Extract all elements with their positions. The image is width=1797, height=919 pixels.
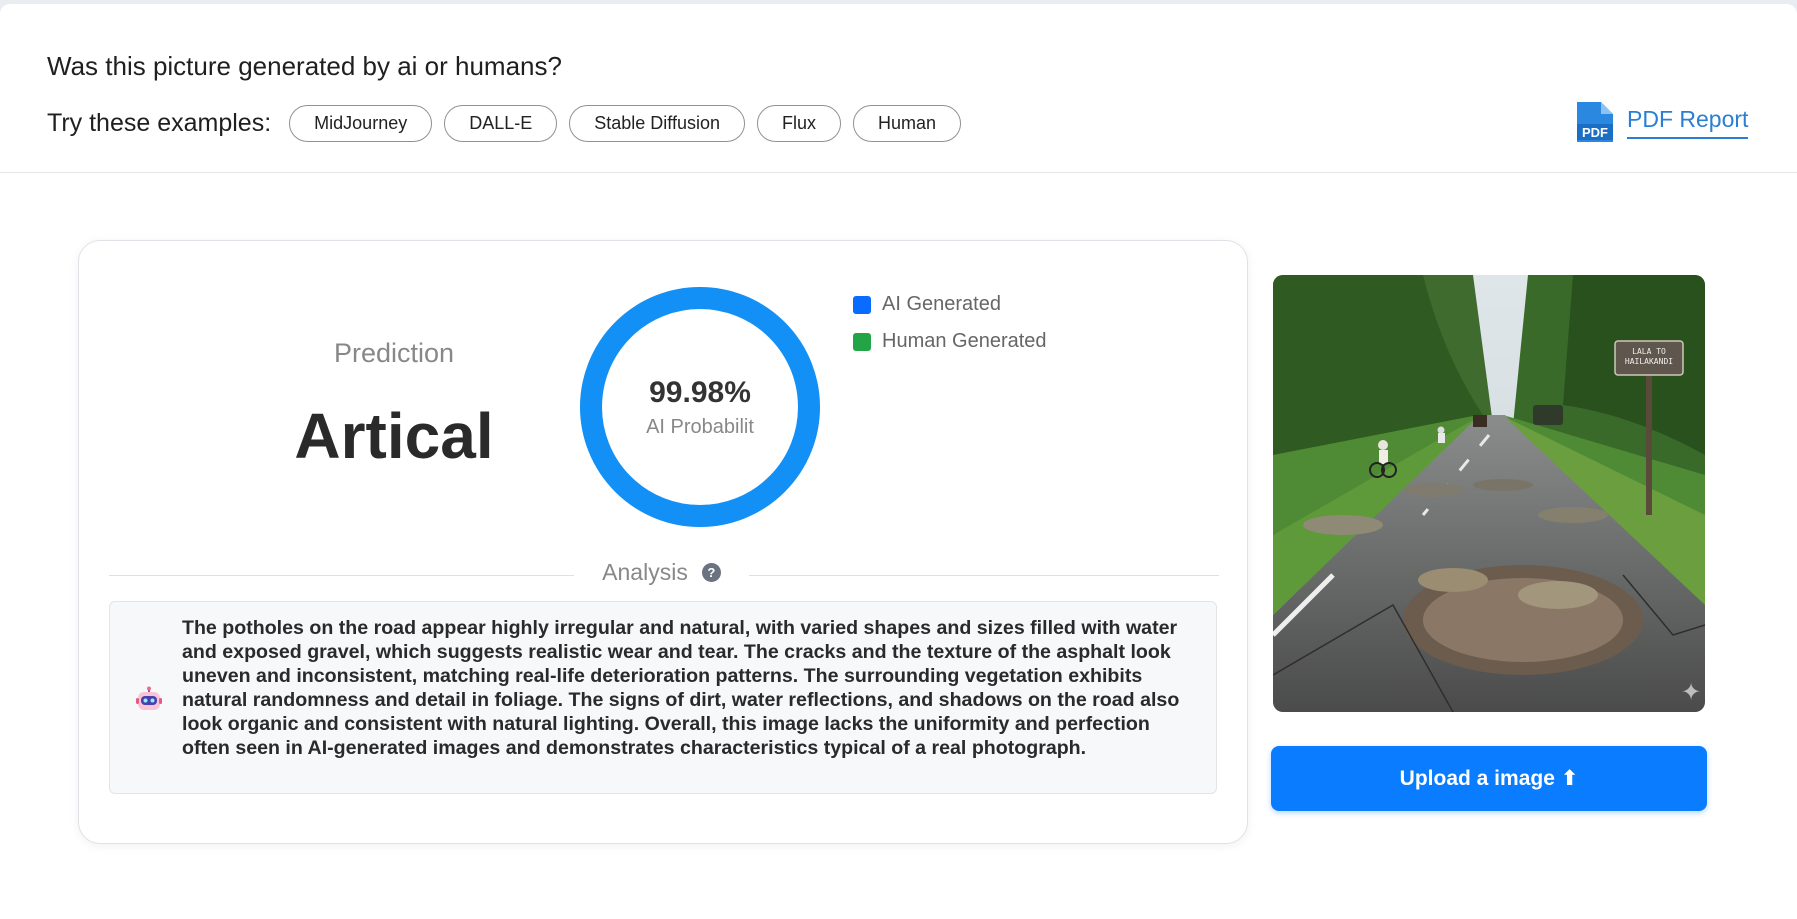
legend-label-human: Human Generated [882, 330, 1047, 352]
app-frame: Was this picture generated by ai or huma… [0, 4, 1797, 919]
road-photo: LALA TO HAILAKANDI ✦ [1273, 275, 1705, 712]
uploaded-image: LALA TO HAILAKANDI ✦ [1273, 275, 1705, 712]
analysis-divider-left [109, 575, 574, 576]
chart-legend: AI Generated Human Generated [853, 293, 1047, 367]
example-chip-stable-diffusion[interactable]: Stable Diffusion [569, 104, 745, 142]
legend-item-ai: AI Generated [853, 293, 1047, 316]
pdf-report-label[interactable]: PDF Report [1627, 106, 1749, 139]
page-question: Was this picture generated by ai or huma… [47, 51, 562, 81]
pdf-icon-text: PDF [1582, 125, 1608, 140]
upload-image-button[interactable]: Upload a image ⬆ [1271, 746, 1707, 811]
example-chip-flux[interactable]: Flux [757, 104, 842, 142]
donut-center: 99.98% AI Probabilit [580, 287, 820, 527]
legend-swatch-ai [853, 295, 871, 314]
examples-row: Try these examples: MidJourney DALL-E St… [47, 104, 973, 142]
example-chip-human[interactable]: Human [853, 104, 962, 142]
analysis-divider-right [749, 575, 1219, 576]
sign-line-2: HAILAKANDI [1625, 357, 1673, 366]
analysis-title: Analysis [602, 559, 688, 585]
ai-probability-label: AI Probabilit [646, 415, 754, 438]
examples-label: Try these examples: [47, 108, 272, 137]
legend-swatch-human [853, 332, 871, 351]
analysis-text: The potholes on the road appear highly i… [182, 617, 1180, 759]
help-icon[interactable]: ? [701, 563, 721, 582]
legend-item-human: Human Generated [853, 330, 1047, 353]
robot-icon [136, 686, 162, 710]
svg-text:✦: ✦ [1681, 678, 1701, 706]
example-chip-dalle[interactable]: DALL-E [444, 104, 558, 142]
example-chip-midjourney[interactable]: MidJourney [289, 104, 433, 142]
ai-probability-value: 99.98% [649, 375, 751, 409]
header: Was this picture generated by ai or huma… [0, 4, 1797, 173]
sign-line-1: LALA TO [1632, 347, 1666, 356]
pdf-report-link[interactable]: PDF PDF Report [1573, 100, 1749, 144]
legend-label-ai: AI Generated [882, 293, 1001, 315]
analysis-box: The potholes on the road appear highly i… [109, 601, 1217, 794]
analysis-heading: Analysis ? [574, 559, 749, 586]
pdf-icon: PDF [1577, 102, 1613, 142]
result-card: Prediction Artical 99.98% AI Probabilit … [78, 240, 1248, 844]
